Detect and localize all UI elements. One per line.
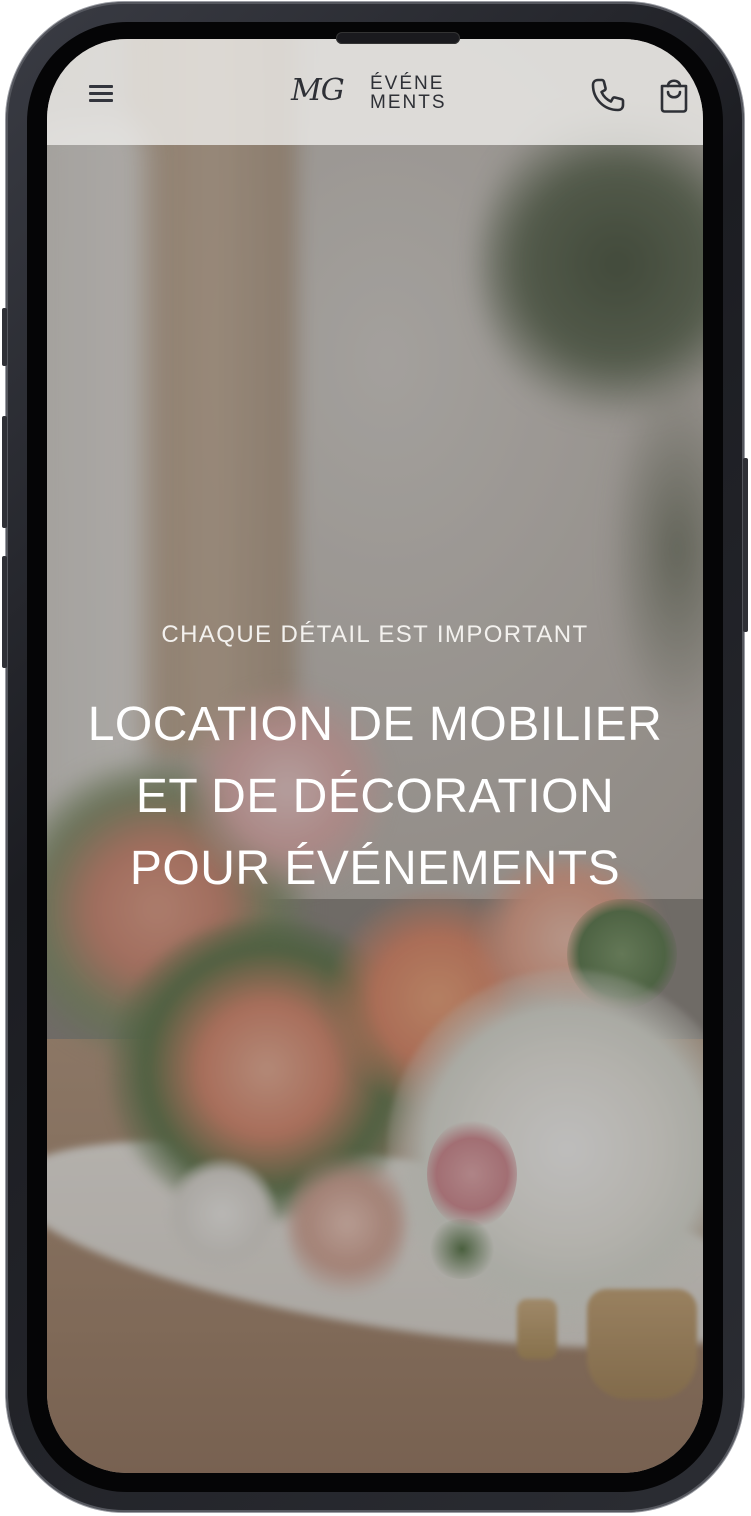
hero-title-line: POUR ÉVÉNEMENTS <box>129 842 621 895</box>
hamburger-menu-icon[interactable] <box>87 81 117 107</box>
volume-down-button <box>2 556 7 668</box>
hero-title-line: LOCATION DE MOBILIER <box>87 698 663 751</box>
logo-monogram: MG <box>291 73 345 108</box>
mute-switch <box>2 308 7 366</box>
hero-title: LOCATION DE MOBILIER ET DE DÉCORATION PO… <box>47 689 703 905</box>
power-button <box>743 458 748 632</box>
shopping-bag-icon[interactable] <box>652 73 696 117</box>
hero-title-line: ET DE DÉCORATION <box>135 770 615 823</box>
phone-bezel: MG ÉVÉNE MENTS CHAQUE DÉTAIL EST IMPORTA… <box>27 22 723 1492</box>
volume-up-button <box>2 416 7 528</box>
speaker-grille <box>336 32 460 44</box>
phone-screen: MG ÉVÉNE MENTS CHAQUE DÉTAIL EST IMPORTA… <box>47 39 703 1473</box>
logo-word-line2: MENTS <box>370 92 447 113</box>
site-header: MG ÉVÉNE MENTS <box>47 39 703 145</box>
phone-icon[interactable] <box>586 73 630 117</box>
phone-frame: MG ÉVÉNE MENTS CHAQUE DÉTAIL EST IMPORTA… <box>2 2 748 1512</box>
logo-word-line1: ÉVÉNE <box>370 73 445 94</box>
hero-eyebrow: CHAQUE DÉTAIL EST IMPORTANT <box>161 621 589 648</box>
site-logo[interactable]: MG ÉVÉNE MENTS <box>291 73 467 117</box>
